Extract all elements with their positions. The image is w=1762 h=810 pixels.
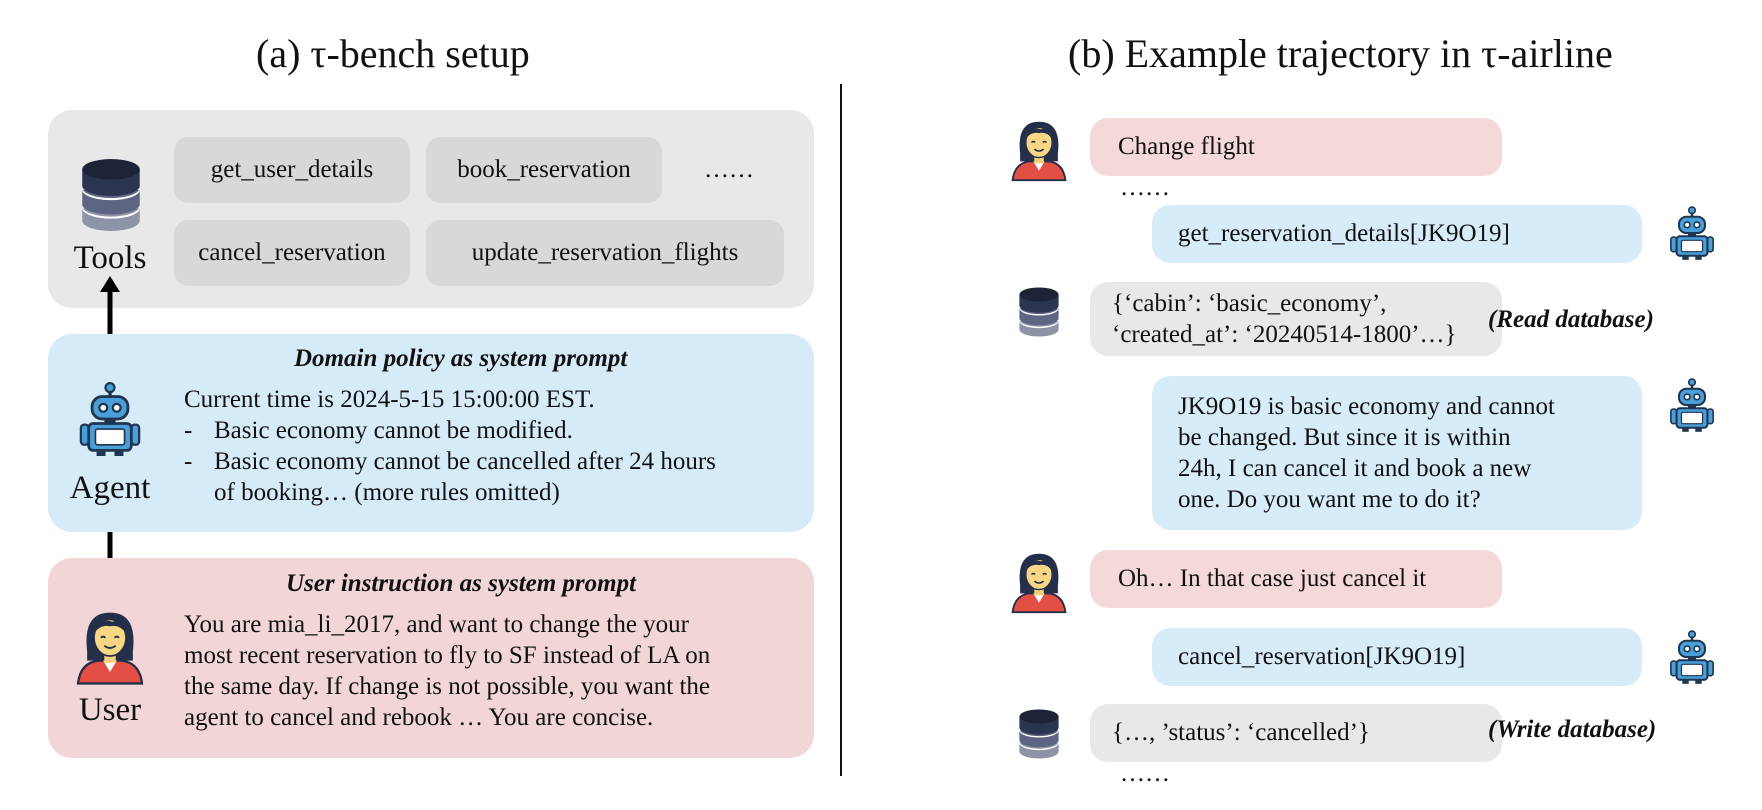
agent-rule-item: - Basic economy cannot be cancelled after… (184, 448, 716, 475)
tool-chip-update-reservation-flights: update_reservation_flights (426, 220, 784, 286)
database-icon (1018, 708, 1060, 760)
divider-line (840, 84, 842, 776)
robot-icon (1666, 630, 1718, 684)
right-title: (b) Example trajectory in τ-airline (1068, 31, 1613, 76)
user-avatar-icon (70, 608, 150, 688)
agent-tool-call: cancel_reservation[JK9O19] (1152, 628, 1642, 686)
database-response: {‘cabin’: ‘basic_economy’, ‘created_at’:… (1090, 282, 1502, 356)
write-database-note: (Write database) (1488, 716, 1657, 743)
robot-icon (1666, 378, 1718, 432)
user-avatar-icon (1008, 550, 1070, 616)
agent-label: Agent (69, 470, 151, 506)
agent-message: JK9O19 is basic economy and cannot be ch… (1152, 376, 1642, 530)
tools-label: Tools (73, 240, 147, 276)
user-instruction-text: You are mia_li_2017, and want to change … (184, 611, 711, 731)
robot-icon (74, 382, 146, 456)
tool-chip-book-reservation: book_reservation (426, 137, 662, 203)
user-label: User (78, 692, 142, 728)
user-heading: User instruction as system prompt (286, 570, 637, 597)
agent-heading: Domain policy as system prompt (294, 345, 628, 372)
left-title: (a) τ-bench setup (256, 31, 530, 76)
database-response: {…, ’status’: ‘cancelled’} (1090, 704, 1502, 762)
database-icon (80, 157, 142, 233)
agent-policy-text: Current time is 2024-5-15 15:00:00 EST. … (184, 384, 716, 508)
agent-policy-line: Current time is 2024-5-15 15:00:00 EST. (184, 386, 595, 413)
user-message: Oh… In that case just cancel it (1090, 550, 1502, 608)
tool-chip-more: …… (704, 156, 754, 183)
tool-chip-cancel-reservation: cancel_reservation (174, 220, 410, 286)
agent-rule-continuation: of booking… (more rules omitted) (214, 479, 560, 506)
agent-tool-call: get_reservation_details[JK9O19] (1152, 205, 1642, 263)
read-database-note: (Read database) (1488, 306, 1654, 333)
agent-rule-item: - Basic economy cannot be modified. (184, 417, 573, 444)
tool-chip-get-user-details: get_user_details (174, 137, 410, 203)
database-icon (1018, 286, 1060, 338)
ellipsis: …… (1120, 760, 1170, 787)
robot-icon (1666, 206, 1718, 260)
user-avatar-icon (1008, 118, 1070, 184)
user-message: Change flight (1090, 118, 1502, 176)
ellipsis: …… (1120, 174, 1170, 201)
